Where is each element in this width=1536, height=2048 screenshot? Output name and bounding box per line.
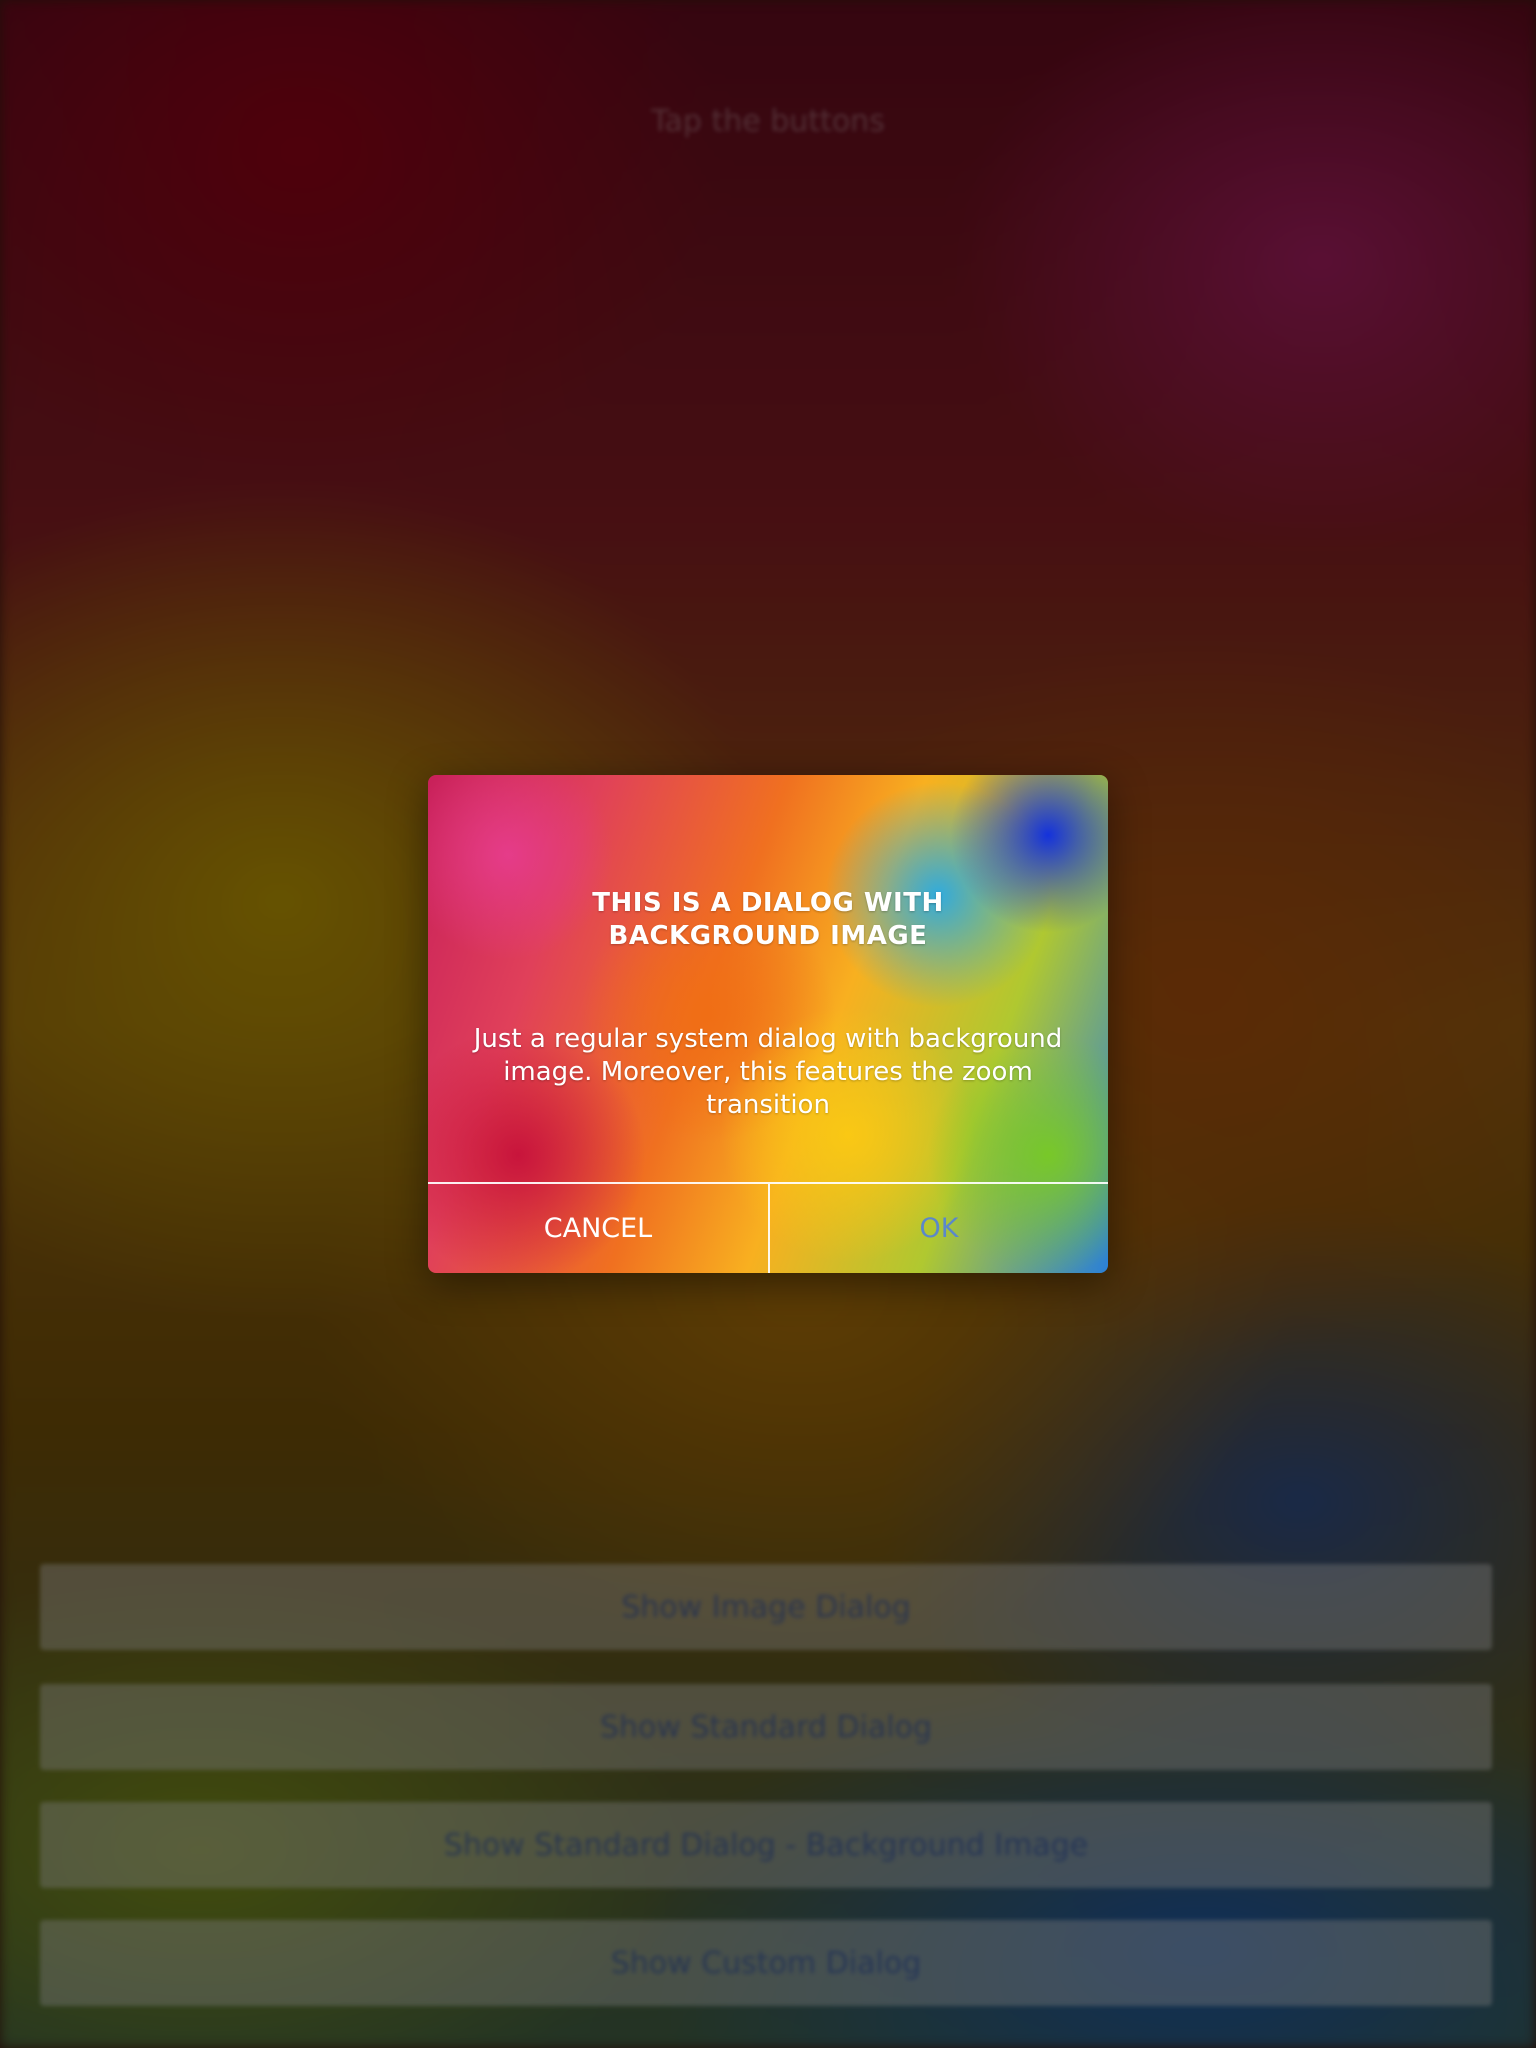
dialog-message: Just a regular system dialog with backgr… <box>473 1024 1063 1120</box>
screen: Tap the buttons Show Image Dialog Show S… <box>0 0 1536 2048</box>
cancel-button[interactable]: CANCEL <box>428 1184 768 1273</box>
ok-button[interactable]: OK <box>770 1184 1108 1273</box>
dialog-content: THIS IS A DIALOG WITH BACKGROUND IMAGE J… <box>428 775 1108 1273</box>
dialog: THIS IS A DIALOG WITH BACKGROUND IMAGE J… <box>428 775 1108 1273</box>
dialog-title: THIS IS A DIALOG WITH BACKGROUND IMAGE <box>592 888 944 951</box>
